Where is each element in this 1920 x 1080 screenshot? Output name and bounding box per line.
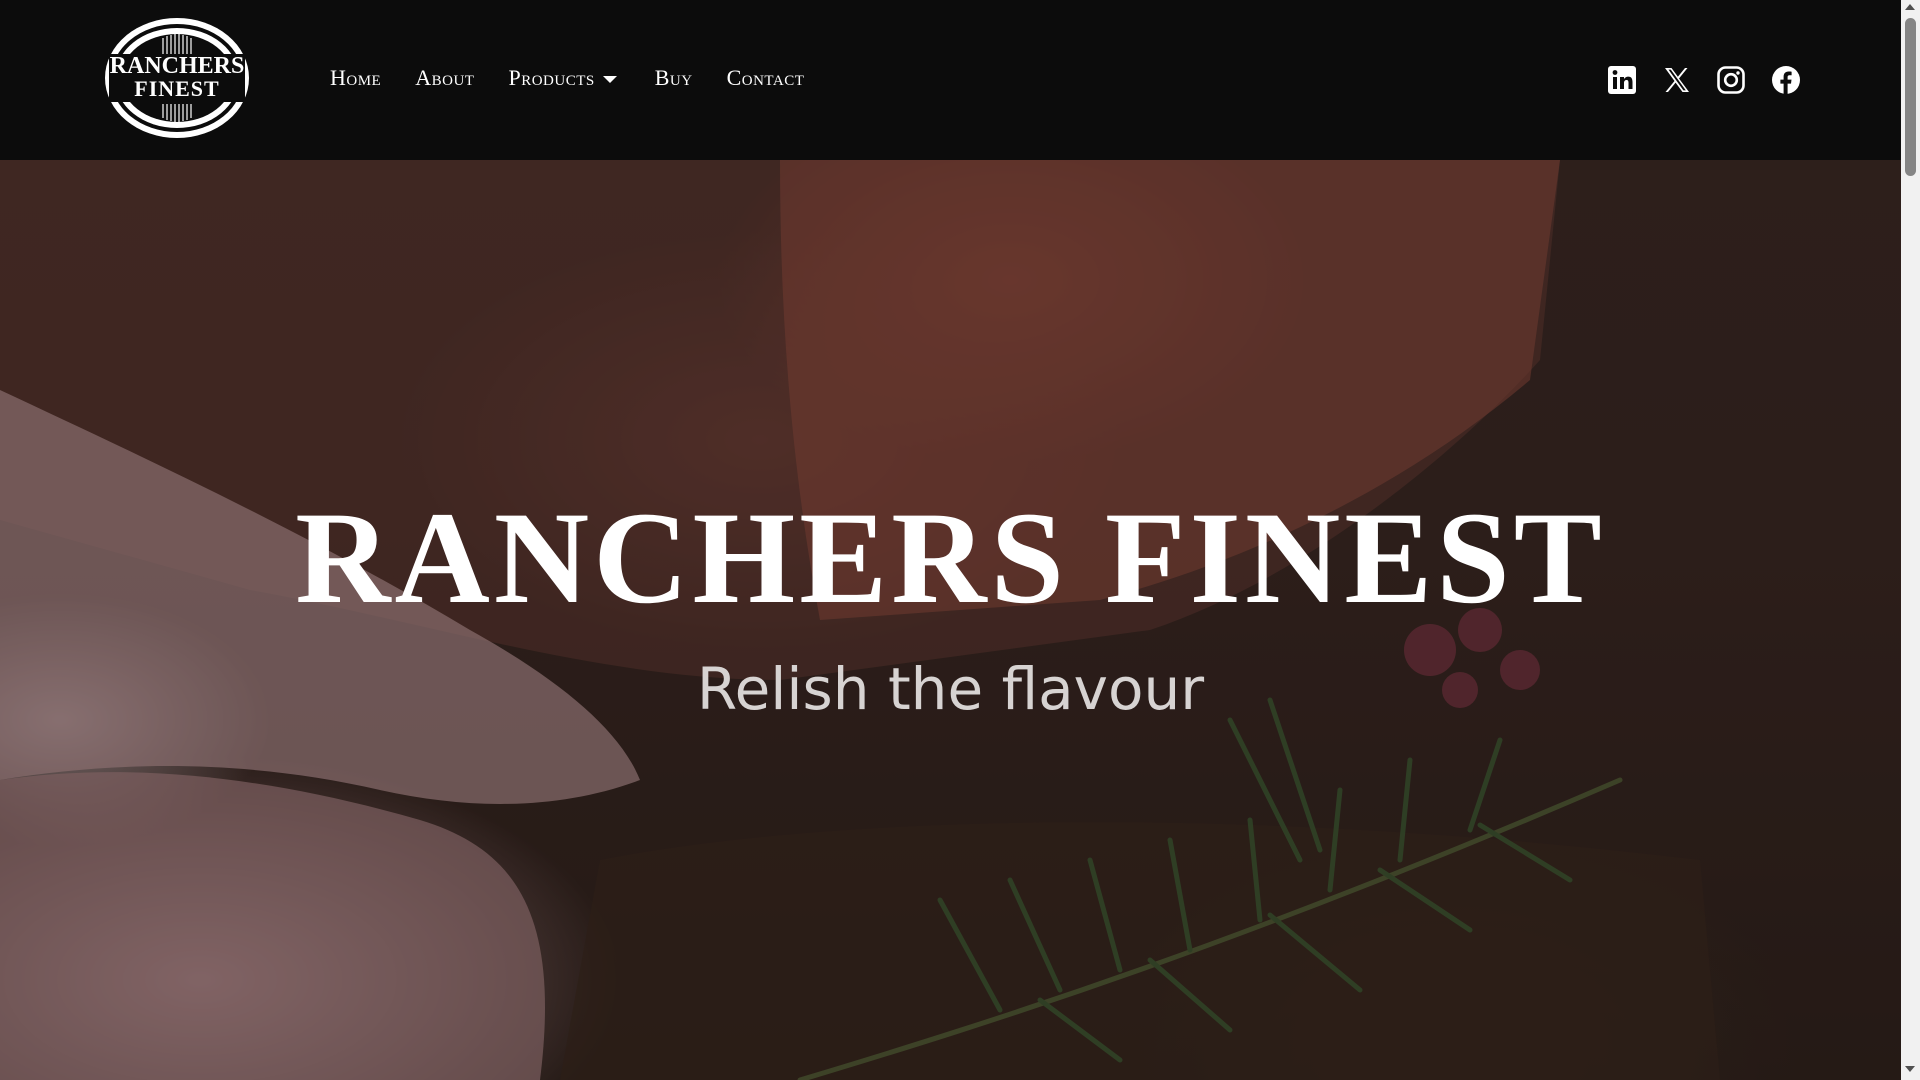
nav-products-label: Products — [508, 65, 595, 90]
chevron-down-icon — [602, 75, 617, 83]
hero-subtitle: Relish the flavour — [696, 655, 1205, 723]
main-nav: Home About Products Buy Contact — [330, 63, 838, 93]
brand-logo[interactable]: RANCHERS FINEST — [103, 16, 251, 140]
nav-buy[interactable]: Buy — [655, 65, 693, 91]
nav-products[interactable]: Products — [508, 65, 617, 91]
page-scrollbar[interactable] — [1901, 0, 1920, 1080]
x-icon[interactable] — [1662, 65, 1692, 95]
hero-section: RANCHERS FINEST Relish the flavour — [0, 160, 1901, 1080]
instagram-icon[interactable] — [1716, 65, 1746, 95]
nav-contact[interactable]: Contact — [727, 65, 805, 91]
nav-about[interactable]: About — [415, 65, 474, 91]
hero-title: RANCHERS FINEST — [295, 484, 1606, 631]
scroll-up-arrow-icon[interactable] — [1905, 4, 1915, 10]
scrollbar-thumb[interactable] — [1905, 18, 1916, 176]
scroll-down-arrow-icon[interactable] — [1905, 1066, 1915, 1072]
site-header: RANCHERS FINEST Home About Products Buy … — [0, 0, 1901, 160]
logo-text-line1: RANCHERS — [109, 53, 245, 79]
linkedin-icon[interactable] — [1607, 65, 1637, 95]
nav-home[interactable]: Home — [330, 65, 381, 91]
facebook-icon[interactable] — [1771, 65, 1801, 95]
page: RANCHERS FINEST Home About Products Buy … — [0, 0, 1901, 1080]
logo-text-line2: FINEST — [134, 76, 220, 101]
